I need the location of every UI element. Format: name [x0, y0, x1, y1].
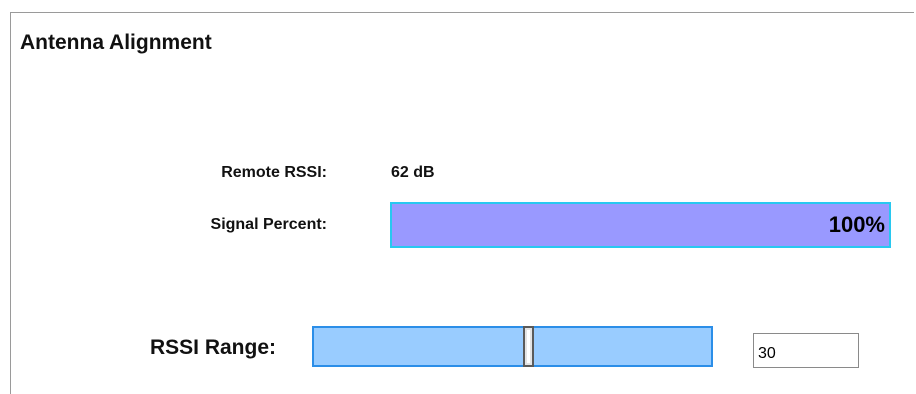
rssi-range-slider-thumb[interactable]	[523, 326, 534, 367]
signal-percent-fill	[392, 204, 889, 246]
signal-percent-label: Signal Percent:	[210, 216, 327, 233]
remote-rssi-value: 62 dB	[391, 164, 435, 181]
rssi-range-slider[interactable]	[312, 326, 713, 367]
rssi-range-label: RSSI Range:	[149, 336, 276, 359]
signal-percent-value: 100%	[828, 212, 885, 237]
rssi-range-input[interactable]	[753, 333, 859, 368]
remote-rssi-label: Remote RSSI:	[221, 164, 327, 181]
signal-percent-bar: 100%	[390, 202, 891, 248]
page-title: Antenna Alignment	[20, 31, 212, 54]
